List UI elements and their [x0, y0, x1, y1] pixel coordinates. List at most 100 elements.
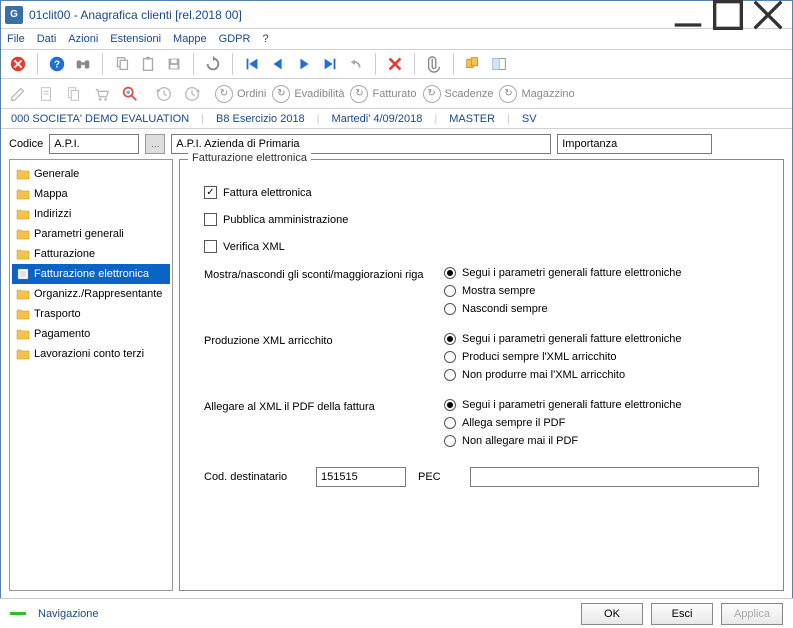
esci-button[interactable]: Esci: [651, 603, 713, 625]
history-fwd-icon[interactable]: [181, 83, 203, 105]
save-icon[interactable]: [163, 53, 185, 75]
radio-icon: [444, 369, 456, 381]
group2-label: Produzione XML arricchito: [204, 333, 444, 387]
allega-pdf-option-0[interactable]: Segui i parametri generali fatture elett…: [444, 399, 759, 411]
radio-icon: [444, 435, 456, 447]
sidebar-item-label: Trasporto: [34, 308, 81, 320]
help-icon[interactable]: ?: [46, 53, 68, 75]
xml-arricchito-option-1[interactable]: Produci sempre l'XML arricchito: [444, 351, 759, 363]
ok-button[interactable]: OK: [581, 603, 643, 625]
prev-icon[interactable]: [267, 53, 289, 75]
codice-row: Codice …: [1, 129, 792, 159]
status-strip: 000 SOCIETA' DEMO EVALUATION | B8 Eserci…: [1, 109, 792, 129]
copy-icon[interactable]: [111, 53, 133, 75]
maximize-button[interactable]: [708, 1, 748, 29]
radio-label: Segui i parametri generali fatture elett…: [462, 399, 682, 411]
sidebar-item-0[interactable]: Generale: [12, 164, 170, 184]
sidebar-item-3[interactable]: Parametri generali: [12, 224, 170, 244]
xml-arricchito-option-0[interactable]: Segui i parametri generali fatture elett…: [444, 333, 759, 345]
folder-icon: [16, 228, 30, 240]
sidebar-item-2[interactable]: Indirizzi: [12, 204, 170, 224]
folder-icon: [16, 308, 30, 320]
magazzino-button[interactable]: ↻Magazzino: [499, 85, 574, 103]
folder-icon: [16, 208, 30, 220]
chk-fattura-elettronica[interactable]: [204, 186, 217, 199]
window-title: 01clit00 - Anagrafica clienti [rel.2018 …: [29, 8, 668, 22]
next-icon[interactable]: [293, 53, 315, 75]
binoculars-icon[interactable]: [72, 53, 94, 75]
edit-icon[interactable]: [7, 83, 29, 105]
pec-input[interactable]: [470, 467, 759, 487]
ordini-button[interactable]: ↻Ordini: [215, 85, 266, 103]
sconti-option-1[interactable]: Mostra sempre: [444, 285, 759, 297]
group1-label: Mostra/nascondi gli sconti/maggiorazioni…: [204, 267, 444, 321]
cancel-icon[interactable]: [7, 53, 29, 75]
radio-icon: [444, 267, 456, 279]
xml-arricchito-option-2[interactable]: Non produrre mai l'XML arricchito: [444, 369, 759, 381]
paste-icon[interactable]: [137, 53, 159, 75]
fieldset-legend: Fatturazione elettronica: [188, 152, 311, 164]
menu-mappe[interactable]: Mappe: [173, 33, 207, 45]
sidebar-item-label: Indirizzi: [34, 208, 71, 220]
zoom-icon[interactable]: [119, 83, 141, 105]
multi-doc-icon[interactable]: [462, 53, 484, 75]
sidebar-item-1[interactable]: Mappa: [12, 184, 170, 204]
undo-icon[interactable]: [345, 53, 367, 75]
delete-icon[interactable]: [384, 53, 406, 75]
menu-help[interactable]: ?: [262, 33, 268, 45]
menu-estensioni[interactable]: Estensioni: [110, 33, 161, 45]
cod-dest-input[interactable]: [316, 467, 406, 487]
sidebar-item-4[interactable]: Fatturazione: [12, 244, 170, 264]
chk-pubblica-amm[interactable]: [204, 213, 217, 226]
folder-icon: [16, 188, 30, 200]
app-icon: G: [5, 6, 23, 24]
menu-file[interactable]: File: [7, 33, 25, 45]
chk-pubblica-label: Pubblica amministrazione: [223, 214, 348, 226]
importanza-input[interactable]: [557, 134, 712, 154]
status-user: MASTER: [445, 113, 499, 125]
first-icon[interactable]: [241, 53, 263, 75]
sidebar-item-label: Pagamento: [34, 328, 90, 340]
chk-fattura-label: Fattura elettronica: [223, 187, 312, 199]
sidebar-item-8[interactable]: Pagamento: [12, 324, 170, 344]
radio-label: Segui i parametri generali fatture elett…: [462, 267, 682, 279]
sidebar-item-5[interactable]: Fatturazione elettronica: [12, 264, 170, 284]
menu-dati[interactable]: Dati: [37, 33, 57, 45]
minimize-button[interactable]: [668, 1, 708, 29]
sidebar-item-7[interactable]: Trasporto: [12, 304, 170, 324]
sconti-option-0[interactable]: Segui i parametri generali fatture elett…: [444, 267, 759, 279]
sidebar-item-6[interactable]: Organizz./Rappresentante: [12, 284, 170, 304]
codice-desc-input[interactable]: [171, 134, 551, 154]
scadenze-button[interactable]: ↻Scadenze: [423, 85, 494, 103]
last-icon[interactable]: [319, 53, 341, 75]
radio-label: Non allegare mai il PDF: [462, 435, 578, 447]
refresh-icon[interactable]: [202, 53, 224, 75]
history-back-icon[interactable]: [153, 83, 175, 105]
menu-azioni[interactable]: Azioni: [68, 33, 98, 45]
menu-gdpr[interactable]: GDPR: [219, 33, 251, 45]
doc2-icon[interactable]: [63, 83, 85, 105]
folder-icon: [16, 348, 30, 360]
status-company: 000 SOCIETA' DEMO EVALUATION: [7, 113, 193, 125]
codice-input[interactable]: [49, 134, 139, 154]
pec-label: PEC: [418, 471, 458, 483]
applica-button[interactable]: Applica: [721, 603, 783, 625]
doc1-icon[interactable]: [35, 83, 57, 105]
sidebar-item-label: Mappa: [34, 188, 68, 200]
allega-pdf-option-2[interactable]: Non allegare mai il PDF: [444, 435, 759, 447]
folder-icon: [16, 248, 30, 260]
layout-icon[interactable]: [488, 53, 510, 75]
sidebar-item-label: Parametri generali: [34, 228, 124, 240]
lookup-button[interactable]: …: [145, 134, 165, 154]
close-button[interactable]: [748, 1, 788, 29]
evadibilita-button[interactable]: ↻Evadibilità: [272, 85, 344, 103]
sconti-option-2[interactable]: Nascondi sempre: [444, 303, 759, 315]
radio-label: Non produrre mai l'XML arricchito: [462, 369, 625, 381]
sidebar-item-9[interactable]: Lavorazioni conto terzi: [12, 344, 170, 364]
cart-icon[interactable]: [91, 83, 113, 105]
attach-icon[interactable]: [423, 53, 445, 75]
chk-verifica-xml[interactable]: [204, 240, 217, 253]
sidebar-item-label: Organizz./Rappresentante: [34, 288, 162, 300]
fatturato-button[interactable]: ↻Fatturato: [350, 85, 416, 103]
allega-pdf-option-1[interactable]: Allega sempre il PDF: [444, 417, 759, 429]
